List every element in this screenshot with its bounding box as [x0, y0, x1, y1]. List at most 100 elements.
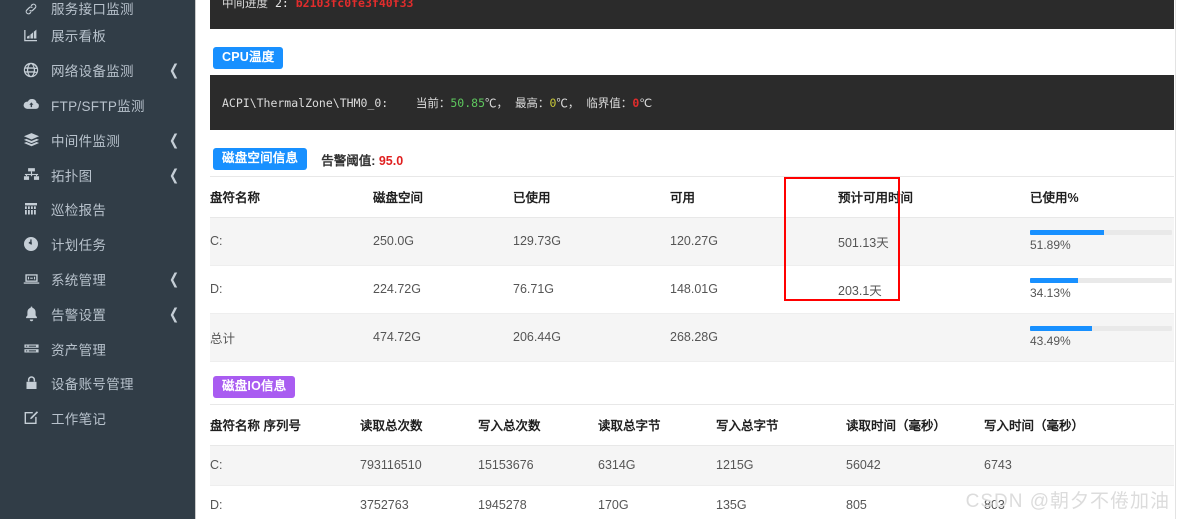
- cell-free: 268.28G: [670, 313, 838, 362]
- sidebar-item-label: 计划任务: [51, 238, 107, 254]
- cell-eta: 501.13天: [838, 217, 1030, 266]
- threshold-label: 告警阈值:: [321, 153, 376, 168]
- sidebar-item-dashboard[interactable]: 展示看板: [0, 18, 195, 53]
- sidebar-item-topology[interactable]: 拓扑图 ❮: [0, 157, 195, 192]
- link-icon: [22, 0, 40, 18]
- disk-space-table: 盘符名称 磁盘空间 已使用 可用 预计可用时间 已使用% C: 250.0G 1…: [210, 176, 1174, 362]
- sidebar-item-label: 服务接口监测: [51, 2, 134, 17]
- vertical-scrollbar[interactable]: [1175, 0, 1184, 519]
- top-console-label: 中间进度: [222, 0, 268, 10]
- top-console-panel: 中间进度 2: b2103fc0fe3f40f33: [210, 0, 1174, 29]
- disk-space-badge[interactable]: 磁盘空间信息: [213, 148, 308, 170]
- clock-icon: [22, 235, 40, 253]
- cell-read-time: 56042: [846, 445, 984, 486]
- sidebar-item-middleware[interactable]: 中间件监测 ❮: [0, 122, 195, 157]
- col-estimated-time: 预计可用时间: [838, 176, 1030, 218]
- laptop-icon: [22, 270, 40, 288]
- usage-progress-fill: [1030, 278, 1079, 283]
- cell-write-count: 15153676: [478, 445, 598, 486]
- disk-io-badge[interactable]: 磁盘IO信息: [213, 376, 296, 398]
- sidebar-item-label: FTP/SFTP监测: [51, 98, 145, 114]
- disk-space-threshold: 告警阈值: 95.0: [321, 150, 403, 169]
- cell-drive: D:: [210, 265, 373, 314]
- cell-eta: [838, 313, 1030, 362]
- sidebar-item-alarm-settings[interactable]: 告警设置 ❮: [0, 296, 195, 331]
- lock-icon: [22, 374, 40, 392]
- cell-write-bytes: 1215G: [716, 445, 846, 486]
- sidebar-item-label: 工作笔记: [51, 412, 107, 428]
- sidebar-item-work-notes[interactable]: 工作笔记: [0, 401, 195, 436]
- sidebar-item-scheduled-task[interactable]: 计划任务: [0, 227, 195, 262]
- content-container: 中间进度 2: b2103fc0fe3f40f33 CPU温度 ACPI\The…: [210, 0, 1174, 519]
- usage-progress-fill: [1030, 230, 1104, 235]
- cell-used: 76.71G: [513, 265, 670, 314]
- cell-total: 250.0G: [373, 217, 513, 266]
- globe-icon: [22, 61, 40, 79]
- cpu-temp-header: CPU温度: [210, 41, 1174, 75]
- sidebar-item-label: 巡检报告: [51, 203, 107, 219]
- cell-free: 148.01G: [670, 265, 838, 314]
- cell-read-time: 805: [846, 485, 984, 519]
- cell-used: 206.44G: [513, 313, 670, 362]
- cell-read-count: 3752763: [360, 485, 478, 519]
- usage-progress-fill: [1030, 326, 1092, 331]
- col-drive-serial: 盘符名称 序列号: [210, 404, 360, 446]
- col-read-time: 读取时间（毫秒）: [846, 404, 984, 446]
- application-window: 服务接口监测 展示看板 网络设备监测 ❮ FTP/SFTP监测 中间件监测 ❮ …: [0, 0, 1184, 519]
- col-drive-name: 盘符名称: [210, 176, 373, 218]
- sidebar-item-label: 展示看板: [51, 29, 107, 45]
- cell-usage-bar: 43.49%: [1030, 313, 1174, 362]
- cell-eta: 203.1天: [838, 265, 1030, 314]
- chevron-left-icon: ❮: [168, 61, 179, 79]
- col-disk-total: 磁盘空间: [373, 176, 513, 218]
- usage-percent-label: 43.49%: [1030, 334, 1071, 348]
- col-read-bytes: 读取总字节: [598, 404, 716, 446]
- chevron-left-icon: ❮: [168, 165, 179, 184]
- cell-read-bytes: 6314G: [598, 445, 716, 486]
- chevron-left-icon: ❮: [168, 270, 179, 288]
- sidebar-navigation: 服务接口监测 展示看板 网络设备监测 ❮ FTP/SFTP监测 中间件监测 ❮ …: [0, 0, 196, 519]
- sidebar-item-ftp-sftp[interactable]: FTP/SFTP监测: [0, 88, 195, 123]
- col-read-count: 读取总次数: [360, 404, 478, 446]
- edit-note-icon: [22, 409, 40, 427]
- usage-progress-track: [1030, 326, 1172, 331]
- usage-progress-track: [1030, 230, 1172, 235]
- cell-read-bytes: 170G: [598, 485, 716, 519]
- server-icon: [22, 340, 40, 358]
- sidebar-item-inspection-report[interactable]: 巡检报告: [0, 192, 195, 227]
- cpu-temp-badge[interactable]: CPU温度: [213, 47, 284, 69]
- cell-used: 129.73G: [513, 217, 670, 266]
- cell-usage-bar: 34.13%: [1030, 265, 1174, 314]
- table-row: 总计 474.72G 206.44G 268.28G 43.49%: [210, 313, 1174, 362]
- sidebar-item-label: 中间件监测: [51, 133, 120, 149]
- main-content: 中间进度 2: b2103fc0fe3f40f33 CPU温度 ACPI\The…: [196, 0, 1184, 519]
- sidebar-item-device-account[interactable]: 设备账号管理: [0, 366, 195, 401]
- sidebar-item-asset-management[interactable]: 资产管理: [0, 331, 195, 366]
- threshold-value: 95.0: [378, 153, 404, 168]
- col-write-count: 写入总次数: [478, 404, 598, 446]
- cpu-current-value: 50.85: [450, 95, 485, 110]
- cpu-current-unit: ℃，: [485, 95, 508, 110]
- table-header-row: 盘符名称 磁盘空间 已使用 可用 预计可用时间 已使用%: [210, 176, 1174, 218]
- sidebar-item-system-management[interactable]: 系统管理 ❮: [0, 262, 195, 297]
- usage-percent-label: 34.13%: [1030, 286, 1071, 300]
- cell-free: 120.27G: [670, 217, 838, 266]
- calendar-icon: [22, 200, 40, 218]
- chevron-left-icon: ❮: [168, 131, 179, 149]
- cpu-thermal-zone-device: ACPI\ThermalZone\THM0_0:: [222, 95, 389, 110]
- sidebar-item-service-interface[interactable]: 服务接口监测: [0, 0, 195, 18]
- sidebar-item-label: 系统管理: [51, 272, 107, 288]
- sidebar-item-label: 资产管理: [51, 342, 107, 358]
- cell-write-time: 6743: [984, 445, 1174, 486]
- cpu-current-label: 当前：: [415, 95, 451, 110]
- cpu-max-label: 最高：: [514, 95, 550, 110]
- cell-write-bytes: 135G: [716, 485, 846, 519]
- cell-usage-bar: 51.89%: [1030, 217, 1174, 266]
- col-disk-used: 已使用: [513, 176, 670, 218]
- sidebar-item-label: 网络设备监测: [51, 64, 134, 80]
- sidebar-item-label: 拓扑图: [51, 168, 93, 184]
- sidebar-item-network-device[interactable]: 网络设备监测 ❮: [0, 53, 195, 88]
- dashboard-chart-icon: [22, 26, 40, 44]
